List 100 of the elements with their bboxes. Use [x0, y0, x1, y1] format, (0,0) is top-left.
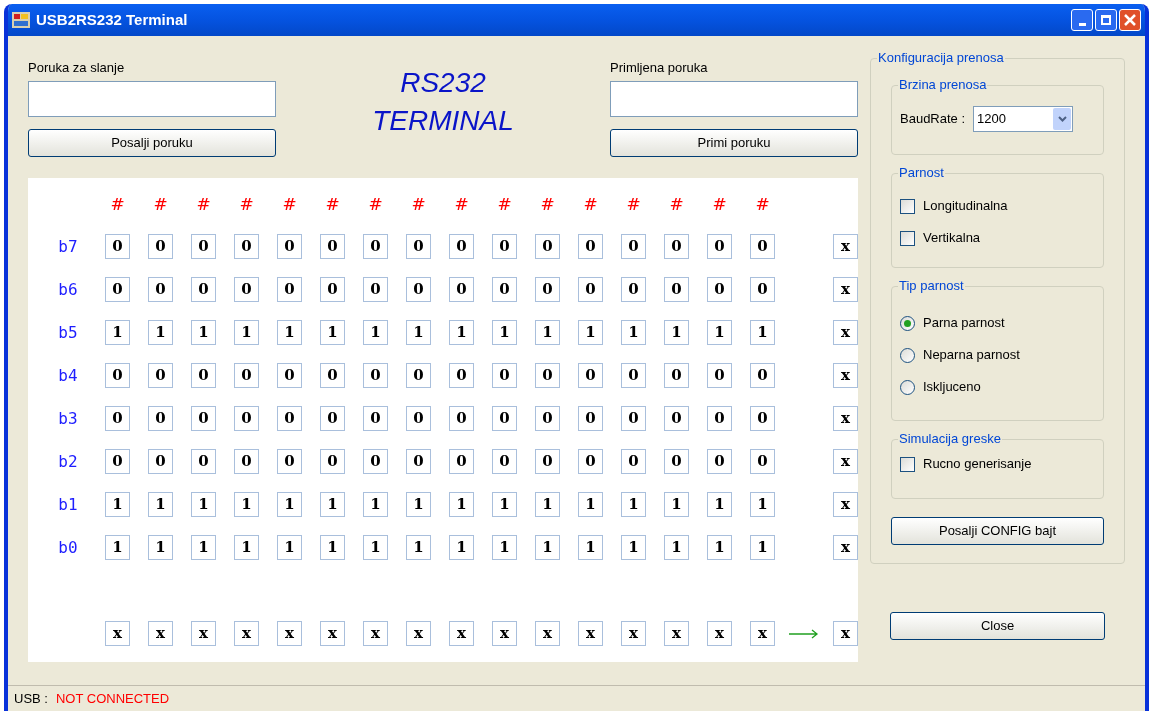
bit-cell: 0 — [621, 277, 646, 302]
bit-cell: 0 — [750, 363, 775, 388]
bit-cell: x — [621, 621, 646, 646]
bit-cell: 0 — [621, 449, 646, 474]
bit-cell: 0 — [234, 449, 259, 474]
row-label: b3 — [58, 407, 78, 430]
bit-cell: 0 — [449, 449, 474, 474]
bit-cell: x — [833, 363, 858, 388]
row-label: b6 — [58, 278, 78, 301]
radio-button[interactable] — [900, 379, 915, 395]
bit-cell: x — [406, 621, 431, 646]
bit-cell: 1 — [707, 320, 732, 345]
receive-button[interactable]: Primi poruku — [610, 128, 858, 157]
bit-cell: 0 — [621, 234, 646, 259]
caret-icon — [1053, 108, 1072, 130]
bit-cell: 0 — [191, 277, 216, 302]
column-marker: # — [196, 193, 211, 217]
close-app-button[interactable]: Close — [890, 612, 1105, 640]
bit-cell: x — [833, 535, 858, 560]
radio-label: Neparna parnost — [923, 346, 1020, 365]
bit-cell: 0 — [535, 234, 560, 259]
checkbox[interactable] — [900, 456, 915, 472]
checkbox[interactable] — [900, 198, 915, 214]
bit-cell: 0 — [320, 234, 345, 259]
column-marker: # — [497, 193, 512, 217]
radio-label: Parna parnost — [923, 314, 1005, 333]
row-label: b2 — [58, 450, 78, 473]
column-marker: # — [755, 193, 770, 217]
bit-cell: 0 — [535, 277, 560, 302]
banner-text: TERMINAL — [372, 106, 514, 136]
bit-cell: 1 — [449, 535, 474, 560]
group-title: Tip parnost — [898, 278, 965, 294]
bit-cell: 0 — [320, 363, 345, 388]
bit-cell: 0 — [234, 406, 259, 431]
bit-cell: 1 — [363, 320, 388, 345]
row-label: b1 — [58, 493, 78, 516]
bit-cell: 0 — [449, 277, 474, 302]
input-field[interactable] — [28, 80, 276, 117]
bit-cell: 0 — [363, 363, 388, 388]
bit-cell: 0 — [449, 234, 474, 259]
bit-cell: 0 — [707, 449, 732, 474]
app-icon — [12, 12, 30, 28]
bit-cell: 0 — [664, 234, 689, 259]
send-button[interactable]: Posalji poruku — [28, 128, 276, 157]
bit-cell: 0 — [406, 234, 431, 259]
baudrate-dropdown[interactable]: 1200 — [973, 106, 1074, 132]
bit-cell: 0 — [406, 449, 431, 474]
bit-cell: 0 — [750, 234, 775, 259]
bit-cell: 0 — [320, 406, 345, 431]
bit-cell: 1 — [750, 535, 775, 560]
bit-cell: 1 — [191, 492, 216, 517]
minimize-button[interactable] — [1071, 9, 1093, 31]
column-marker: # — [368, 193, 383, 217]
column-marker: # — [626, 193, 641, 217]
maximize-button[interactable] — [1095, 9, 1117, 31]
bit-cell: 1 — [406, 492, 431, 517]
bit-cell: x — [833, 320, 858, 345]
bit-cell: 0 — [621, 406, 646, 431]
bit-cell: 0 — [148, 363, 173, 388]
bit-cell: x — [833, 621, 858, 646]
bit-cell: x — [191, 621, 216, 646]
bit-cell: 0 — [492, 234, 517, 259]
bit-cell: 0 — [664, 406, 689, 431]
bit-cell: 0 — [621, 363, 646, 388]
row-label: b5 — [58, 321, 78, 344]
output-field[interactable] — [610, 80, 858, 117]
bit-cell: 1 — [234, 535, 259, 560]
group-title: Simulacija greske — [898, 431, 1002, 447]
bit-cell: 1 — [105, 320, 130, 345]
bit-cell: 1 — [578, 535, 603, 560]
bit-cell: x — [833, 449, 858, 474]
column-marker: # — [712, 193, 727, 217]
bit-cell: 0 — [449, 406, 474, 431]
bit-cell: 1 — [492, 492, 517, 517]
column-marker: # — [669, 193, 684, 217]
bit-cell: 0 — [191, 406, 216, 431]
bit-cell: 1 — [578, 492, 603, 517]
bit-cell: 0 — [277, 277, 302, 302]
checkbox[interactable] — [900, 230, 915, 246]
bit-cell: 1 — [234, 492, 259, 517]
radio-button[interactable] — [900, 347, 915, 363]
bit-cell: 1 — [148, 320, 173, 345]
status-value: NOT CONNECTED — [55, 689, 170, 708]
close-button[interactable] — [1119, 9, 1141, 31]
radio-button[interactable] — [900, 315, 915, 331]
row-label: b7 — [58, 235, 78, 258]
bit-cell: 0 — [535, 406, 560, 431]
bit-cell: 0 — [535, 449, 560, 474]
column-marker: # — [239, 193, 254, 217]
config-button[interactable]: Posalji CONFIG bajt — [891, 517, 1104, 545]
bit-cell: 1 — [492, 320, 517, 345]
window-title: USB2RS232 Terminal — [36, 9, 188, 30]
bit-cell: x — [234, 621, 259, 646]
bit-cell: 0 — [320, 277, 345, 302]
bit-cell: x — [833, 492, 858, 517]
bit-cell: x — [363, 621, 388, 646]
bit-cell: 1 — [578, 320, 603, 345]
column-marker: # — [110, 193, 125, 217]
bit-cell: 0 — [105, 277, 130, 302]
bit-cell: 1 — [621, 492, 646, 517]
